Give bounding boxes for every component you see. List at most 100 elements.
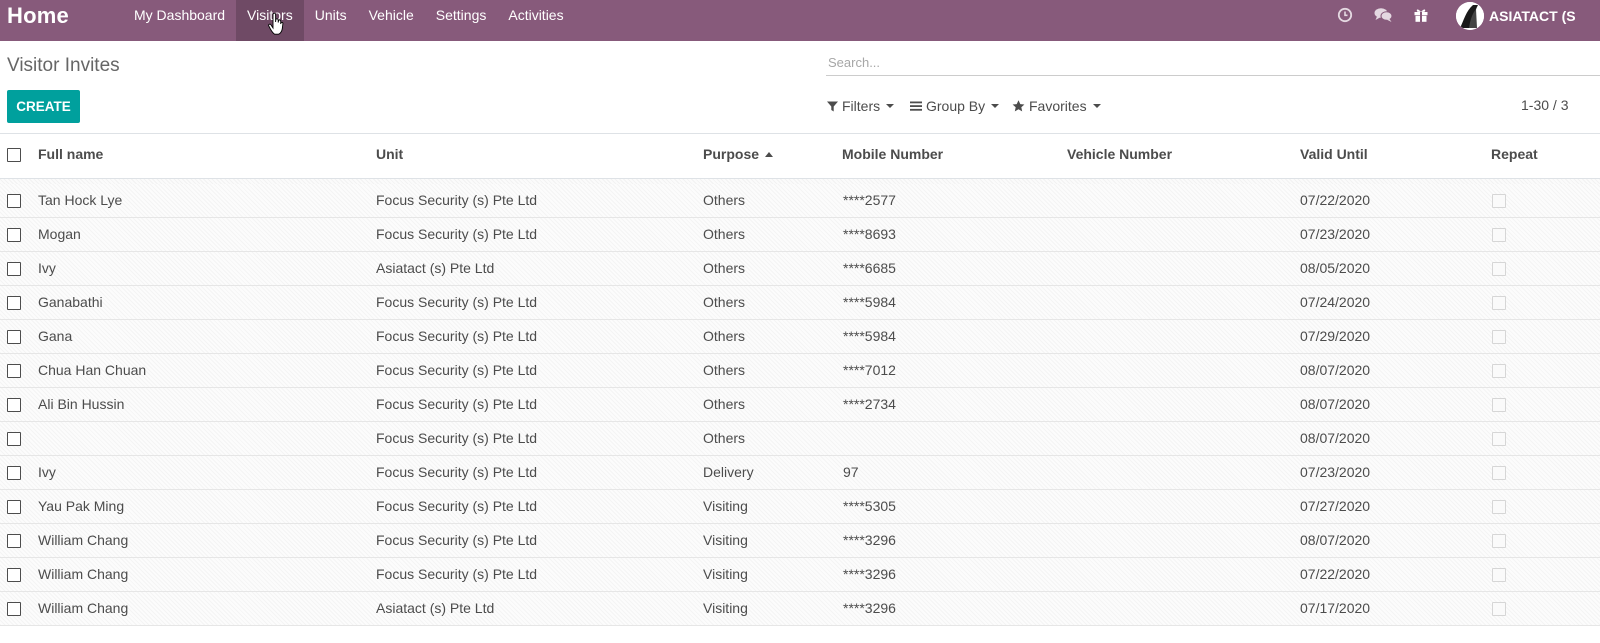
cell-valid-until: 07/17/2020 xyxy=(1300,600,1371,616)
repeat-checkbox xyxy=(1492,466,1506,480)
table-row[interactable]: Ivy Asiatact (s) Pte Ltd Others ****6685 08/… xyxy=(0,252,1600,286)
table-row[interactable]: Tan Hock Lye Focus Security (s) Pte Ltd Ot… xyxy=(0,184,1600,218)
row-select-checkbox[interactable] xyxy=(7,330,21,344)
hand-cursor-icon xyxy=(268,13,284,35)
table-row[interactable]: Ivy Focus Security (s) Pte Ltd Delivery 97 0… xyxy=(0,456,1600,490)
caret-down-icon xyxy=(886,104,895,108)
cell-mobile-number: ****5305 xyxy=(843,498,896,514)
column-header-valid-until[interactable]: Valid Until xyxy=(1300,146,1368,162)
row-select-checkbox[interactable] xyxy=(7,364,21,378)
company-name[interactable]: ASIATACT (S xyxy=(1489,8,1576,24)
pager-value[interactable]: 1-30 / 3 xyxy=(1521,97,1568,113)
cell-purpose: Others xyxy=(703,430,746,446)
table-row[interactable]: Focus Security (s) Pte Ltd Others 08/07/20… xyxy=(0,422,1600,456)
row-select-checkbox[interactable] xyxy=(7,398,21,412)
cell-purpose: Others xyxy=(703,328,746,344)
page-title: Visitor Invites xyxy=(7,55,120,76)
cell-valid-until: 07/23/2020 xyxy=(1300,464,1371,480)
column-header-full-name[interactable]: Full name xyxy=(38,146,103,162)
menu-activities[interactable]: Activities xyxy=(497,0,574,41)
row-select-checkbox[interactable] xyxy=(7,228,21,242)
create-button[interactable]: CREATE xyxy=(7,90,80,123)
repeat-checkbox xyxy=(1492,262,1506,276)
filter-icon xyxy=(827,101,838,111)
search-input[interactable] xyxy=(826,50,1528,74)
row-select-checkbox[interactable] xyxy=(7,466,21,480)
table-row[interactable]: Mogan Focus Security (s) Pte Ltd Others ***… xyxy=(0,218,1600,252)
cell-purpose: Others xyxy=(703,294,746,310)
cell-mobile-number: ****3296 xyxy=(843,532,896,548)
avatar-logo-icon xyxy=(1456,2,1484,30)
cell-unit: Asiatact (s) Pte Ltd xyxy=(376,600,495,616)
cell-purpose: Visiting xyxy=(703,498,748,514)
chat-icon[interactable] xyxy=(1374,7,1393,23)
row-select-checkbox[interactable] xyxy=(7,296,21,310)
menu-units[interactable]: Units xyxy=(304,0,358,41)
cell-unit: Focus Security (s) Pte Ltd xyxy=(376,498,538,514)
row-select-checkbox[interactable] xyxy=(7,568,21,582)
cell-valid-until: 08/07/2020 xyxy=(1300,430,1371,446)
repeat-checkbox xyxy=(1492,568,1506,582)
repeat-checkbox xyxy=(1492,432,1506,446)
cell-purpose: Visiting xyxy=(703,532,748,548)
cell-full-name: Ivy xyxy=(38,464,56,480)
cell-valid-until: 07/29/2020 xyxy=(1300,328,1371,344)
cell-mobile-number: ****5984 xyxy=(843,294,896,310)
repeat-checkbox xyxy=(1492,398,1506,412)
cell-full-name: Gana xyxy=(38,328,73,344)
column-header-purpose[interactable]: Purpose xyxy=(703,146,774,162)
menu-vehicle[interactable]: Vehicle xyxy=(358,0,425,41)
column-header-unit[interactable]: Unit xyxy=(376,146,403,162)
cell-valid-until: 07/22/2020 xyxy=(1300,192,1371,208)
cell-purpose: Others xyxy=(703,396,746,412)
menu-my-dashboard[interactable]: My Dashboard xyxy=(123,0,236,41)
table-row[interactable]: William Chang Asiatact (s) Pte Ltd Visitin… xyxy=(0,592,1600,626)
row-select-checkbox[interactable] xyxy=(7,500,21,514)
gift-icon[interactable] xyxy=(1413,7,1429,23)
table-row[interactable]: Ganabathi Focus Security (s) Pte Ltd Other… xyxy=(0,286,1600,320)
clock-icon[interactable] xyxy=(1337,7,1353,23)
menu-settings[interactable]: Settings xyxy=(425,0,498,41)
cell-purpose: Visiting xyxy=(703,566,748,582)
row-select-checkbox[interactable] xyxy=(7,262,21,276)
row-select-checkbox[interactable] xyxy=(7,432,21,446)
cell-purpose: Others xyxy=(703,226,746,242)
app-title[interactable]: Home xyxy=(7,3,69,29)
favorites-dropdown[interactable]: Favorites xyxy=(1012,97,1101,115)
caret-down-icon xyxy=(1092,104,1101,108)
table-row[interactable]: William Chang Focus Security (s) Pte Ltd V… xyxy=(0,558,1600,592)
cell-valid-until: 07/24/2020 xyxy=(1300,294,1371,310)
table-row[interactable]: William Chang Focus Security (s) Pte Ltd V… xyxy=(0,524,1600,558)
cell-mobile-number: ****3296 xyxy=(843,566,896,582)
main-menu: My Dashboard Visitors Units Vehicle Sett… xyxy=(123,0,575,41)
repeat-checkbox xyxy=(1492,364,1506,378)
group-by-dropdown[interactable]: Group By xyxy=(910,97,1000,115)
column-header-repeat[interactable]: Repeat xyxy=(1491,146,1538,162)
cell-mobile-number: ****2734 xyxy=(843,396,896,412)
filters-dropdown[interactable]: Filters xyxy=(827,97,895,115)
column-header-vehicle-number[interactable]: Vehicle Number xyxy=(1067,146,1172,162)
select-all-checkbox[interactable] xyxy=(7,148,21,162)
column-header-mobile-number[interactable]: Mobile Number xyxy=(842,146,943,162)
favorites-label: Favorites xyxy=(1029,98,1087,114)
cell-purpose: Others xyxy=(703,362,746,378)
cell-unit: Asiatact (s) Pte Ltd xyxy=(376,260,495,276)
table-row[interactable]: Yau Pak Ming Focus Security (s) Pte Ltd Vi… xyxy=(0,490,1600,524)
row-select-checkbox[interactable] xyxy=(7,534,21,548)
row-select-checkbox[interactable] xyxy=(7,194,21,208)
user-avatar[interactable] xyxy=(1456,2,1484,30)
cell-valid-until: 07/22/2020 xyxy=(1300,566,1371,582)
table-row[interactable]: Gana Focus Security (s) Pte Ltd Others ****… xyxy=(0,320,1600,354)
table-row[interactable]: Ali Bin Hussin Focus Security (s) Pte Ltd… xyxy=(0,388,1600,422)
row-select-checkbox[interactable] xyxy=(7,602,21,616)
table-row[interactable]: Chua Han Chuan Focus Security (s) Pte Ltd… xyxy=(0,354,1600,388)
cell-unit: Focus Security (s) Pte Ltd xyxy=(376,328,538,344)
repeat-checkbox xyxy=(1492,228,1506,242)
repeat-checkbox xyxy=(1492,330,1506,344)
cell-valid-until: 07/23/2020 xyxy=(1300,226,1371,242)
cell-mobile-number: ****5984 xyxy=(843,328,896,344)
repeat-checkbox xyxy=(1492,194,1506,208)
cell-unit: Focus Security (s) Pte Ltd xyxy=(376,430,538,446)
cell-valid-until: 08/05/2020 xyxy=(1300,260,1371,276)
cell-purpose: Delivery xyxy=(703,464,754,480)
